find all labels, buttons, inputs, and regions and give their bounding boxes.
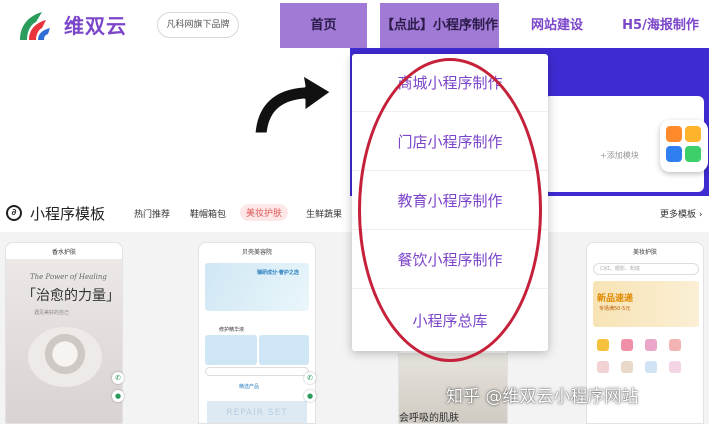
- phone-subtitle: 遇见美好的自己: [34, 310, 70, 316]
- nav-mini-program[interactable]: 【点此】小程序制作: [380, 3, 499, 48]
- dropdown-item-mall[interactable]: 商城小程序制作: [352, 54, 548, 112]
- phone-banner-text: 臻研成分·奢护之选: [257, 270, 299, 276]
- wechat-icon[interactable]: ●: [112, 390, 124, 402]
- phone-product-card: [259, 335, 309, 365]
- phone-icon[interactable]: ✆: [112, 372, 124, 384]
- phone-tagline-en: The Power of Healing: [30, 273, 107, 281]
- dropdown-item-catering[interactable]: 餐饮小程序制作: [352, 231, 548, 289]
- wechat-icon[interactable]: ●: [304, 390, 316, 402]
- phone-search-bar: [205, 367, 309, 376]
- phone-icon[interactable]: ✆: [304, 372, 316, 384]
- brand-name[interactable]: 维双云: [64, 10, 127, 39]
- phone-title: 香水护肤: [51, 249, 76, 256]
- phone-footer-banner: REPAIR SET: [207, 401, 307, 423]
- phone-category-icons: [593, 333, 699, 383]
- phone-banner: [593, 281, 699, 327]
- top-header: 维双云 凡科网旗下品牌 首页 【点此】小程序制作 网站建设 H5/海报制作: [0, 0, 709, 48]
- nav-home[interactable]: 首页: [280, 3, 367, 48]
- phone-search-bar: 口红、眼影、粉底: [593, 263, 699, 275]
- phone-product-tag: 修护精华液: [219, 327, 245, 333]
- mini-program-dropdown: 商城小程序制作 门店小程序制作 教育小程序制作 餐饮小程序制作 小程序总库: [352, 54, 548, 351]
- phone-title: 贝壳美容院: [241, 249, 272, 256]
- more-templates-link[interactable]: 更多模板 ›: [660, 207, 702, 220]
- template-card[interactable]: 香水护肤 The Power of Healing 「治愈的力量」 遇见美好的自…: [5, 242, 123, 424]
- mini-program-icon: ∂: [6, 205, 22, 221]
- watermark: 知乎 @维双云小程序网站: [446, 387, 639, 407]
- product-image: [28, 327, 102, 387]
- phone-banner-title: 新品速递: [597, 294, 634, 304]
- tab-shoes-bags[interactable]: 鞋帽箱包: [190, 207, 226, 220]
- phone-tagline-cn: 「治愈的力量」: [22, 288, 120, 304]
- tab-fresh[interactable]: 生鲜蔬果: [306, 207, 342, 220]
- dropdown-item-library[interactable]: 小程序总库: [352, 292, 548, 350]
- phone-title: 美妆护肤: [632, 249, 657, 256]
- dropdown-item-store[interactable]: 门店小程序制作: [352, 113, 548, 171]
- dropdown-item-education[interactable]: 教育小程序制作: [352, 172, 548, 230]
- nav-h5-poster[interactable]: H5/海报制作: [612, 3, 709, 48]
- app-grid-icon: [660, 120, 708, 172]
- phone-banner-subtitle: 专场满50-5元: [599, 306, 631, 312]
- nav-website-building[interactable]: 网站建设: [522, 3, 592, 48]
- template-card[interactable]: 贝壳美容院 臻研成分·奢护之选 修护精华液 精选产品 REPAIR SET: [198, 242, 316, 424]
- phone-section-title: 精选产品: [239, 384, 260, 390]
- brand-slogan: 凡科网旗下品牌: [157, 12, 239, 38]
- curved-arrow-icon: [252, 72, 334, 136]
- templates-title: 小程序模板: [30, 205, 106, 223]
- phone-caption: 会呼吸的肌肤: [399, 413, 459, 424]
- phone-product-card: [205, 335, 257, 365]
- tab-hot[interactable]: 热门推荐: [134, 207, 170, 220]
- brand-logo-icon[interactable]: [14, 8, 54, 42]
- add-module-label: +添加模块: [600, 151, 639, 160]
- tab-beauty[interactable]: 美妆护肤: [240, 204, 289, 221]
